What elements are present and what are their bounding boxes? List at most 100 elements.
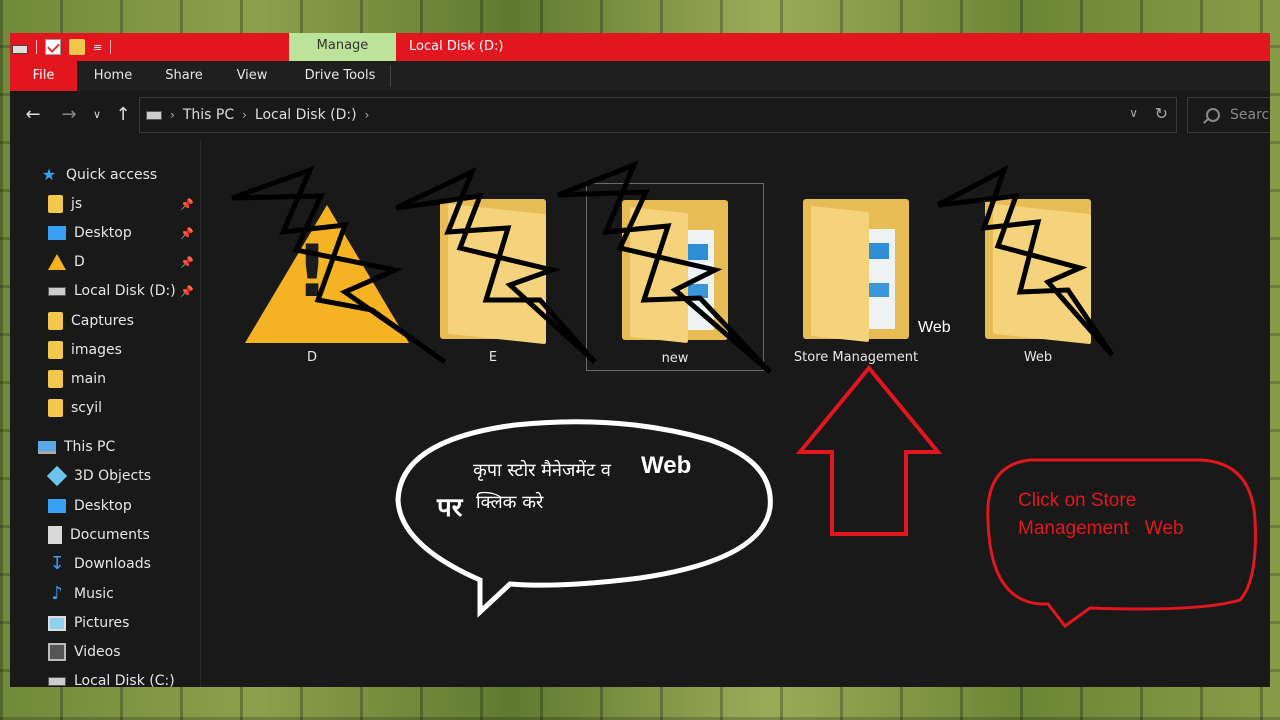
drive-icon xyxy=(48,286,66,296)
download-arrow-icon: ↧ xyxy=(49,553,65,574)
music-note-icon: ♪ xyxy=(51,583,63,604)
file-name: Store Management xyxy=(793,350,919,365)
speech-bubble-par-text: पर xyxy=(437,493,463,523)
toolbar-divider xyxy=(110,40,112,54)
breadcrumb-local-disk-d[interactable]: Local Disk (D:) xyxy=(255,107,357,123)
sidebar-item-label: Music xyxy=(74,586,114,602)
properties-icon[interactable] xyxy=(45,39,61,55)
tab-view[interactable]: View xyxy=(224,61,280,91)
file-list-pane: ! D E new Store Management Web xyxy=(200,141,1270,687)
picture-icon xyxy=(48,615,66,631)
quick-access-toolbar: ≡ xyxy=(10,33,112,61)
sidebar-item-label: Videos xyxy=(74,644,121,660)
file-explorer-window: ≡ Manage Local Disk (D:) File Home Share… xyxy=(10,33,1270,687)
file-item-e[interactable]: E xyxy=(404,183,582,371)
star-icon: ★ xyxy=(41,165,57,184)
search-placeholder: Search xyxy=(1230,107,1270,123)
file-item-d[interactable]: ! D xyxy=(223,183,409,371)
sidebar-item-label: D xyxy=(74,254,85,270)
sidebar-item-label: Pictures xyxy=(74,615,130,631)
cube-icon xyxy=(46,465,68,487)
red-callout-line1: Click on Store xyxy=(1018,490,1137,511)
folder-icon xyxy=(985,199,1091,345)
chevron-right-icon[interactable]: › xyxy=(365,108,370,122)
file-item-new[interactable]: new xyxy=(586,183,764,371)
tab-share[interactable]: Share xyxy=(156,61,212,91)
folder-icon xyxy=(48,195,63,213)
new-folder-icon[interactable] xyxy=(69,39,85,55)
folder-with-documents-icon xyxy=(803,199,909,343)
warning-icon xyxy=(48,254,66,270)
file-name: new xyxy=(661,351,689,366)
pin-icon[interactable]: 📌 xyxy=(180,198,194,211)
file-item-web[interactable]: Web xyxy=(949,183,1127,371)
chevron-down-icon[interactable]: ∨ xyxy=(1129,106,1138,120)
back-arrow-icon[interactable]: ← xyxy=(22,103,44,127)
desktop-icon xyxy=(48,226,66,240)
title-bar: ≡ Manage Local Disk (D:) xyxy=(10,33,1270,61)
ribbon-divider xyxy=(390,65,391,87)
sidebar-item-label: Desktop xyxy=(74,498,132,514)
video-icon xyxy=(48,643,66,661)
drive-icon xyxy=(146,110,162,120)
sidebar-item-label: Downloads xyxy=(74,556,151,572)
exclamation-glyph: ! xyxy=(295,229,329,313)
search-icon xyxy=(1206,108,1220,122)
sidebar-item-label: scyil xyxy=(71,400,103,416)
navigation-pane: ★ Quick access js 📌 Desktop 📌 D 📌 Local … xyxy=(10,141,200,687)
document-icon xyxy=(48,526,62,544)
file-name: Web xyxy=(1023,350,1053,365)
red-callout-line2: Management Web xyxy=(1018,518,1184,539)
file-item-store-management[interactable]: Store Management xyxy=(767,183,945,371)
pin-icon[interactable]: 📌 xyxy=(180,227,194,240)
sidebar-item-label: js xyxy=(71,196,83,212)
refresh-icon[interactable]: ↻ xyxy=(1155,104,1168,123)
web-annotation-label: Web xyxy=(918,319,951,336)
folder-icon xyxy=(440,199,546,345)
red-callout-text: Click on Store Management Web xyxy=(1018,487,1248,543)
pin-icon[interactable]: 📌 xyxy=(180,256,194,269)
chevron-right-icon[interactable]: › xyxy=(170,108,175,122)
address-bar[interactable]: › This PC › Local Disk (D:) › ∨ ↻ xyxy=(139,97,1177,133)
speech-bubble-web-text: Web xyxy=(641,452,692,479)
tab-drive-tools[interactable]: Drive Tools xyxy=(298,61,382,91)
tab-file[interactable]: File xyxy=(10,61,77,91)
tab-manage[interactable]: Manage xyxy=(289,33,396,61)
folder-icon xyxy=(48,370,63,388)
recent-locations-chevron-icon[interactable]: ∨ xyxy=(90,103,104,127)
up-arrow-icon[interactable]: ↑ xyxy=(112,103,134,127)
sidebar-item-label: main xyxy=(71,371,106,387)
chevron-right-icon[interactable]: › xyxy=(242,108,247,122)
speech-bubble-text-line1: कृपा स्टोर मैनेजमेंट व xyxy=(473,460,611,481)
sidebar-item-label: Documents xyxy=(70,527,150,543)
drive-icon xyxy=(48,676,66,686)
navigation-bar: ← → ∨ ↑ › This PC › Local Disk (D:) › ∨ … xyxy=(10,91,1270,141)
breadcrumb-this-pc[interactable]: This PC xyxy=(183,107,234,123)
speech-bubble-text-line2: क्लिक करे xyxy=(476,492,544,513)
customize-toolbar-icon[interactable]: ≡ xyxy=(93,41,102,54)
toolbar-divider xyxy=(36,40,37,54)
computer-icon xyxy=(38,440,56,454)
sidebar-item-label: Captures xyxy=(71,313,134,329)
folder-icon xyxy=(48,399,63,417)
folder-icon xyxy=(48,341,63,359)
folder-with-documents-icon xyxy=(622,200,728,344)
tab-home[interactable]: Home xyxy=(82,61,144,91)
sidebar-item-label: This PC xyxy=(64,439,116,455)
file-name: E xyxy=(488,350,498,365)
desktop-icon xyxy=(48,499,66,513)
search-input[interactable]: Search xyxy=(1187,97,1270,133)
folder-icon xyxy=(48,312,63,330)
sidebar-item-label: Desktop xyxy=(74,225,132,241)
sidebar-item-label: images xyxy=(71,342,122,358)
sidebar-item-label: Quick access xyxy=(66,167,158,183)
forward-arrow-icon[interactable]: → xyxy=(58,103,80,127)
drive-icon[interactable] xyxy=(12,44,28,54)
pin-icon[interactable]: 📌 xyxy=(180,285,194,298)
file-name: D xyxy=(306,350,317,365)
window-title: Local Disk (D:) xyxy=(409,39,504,54)
ribbon-tabs: File Home Share View Drive Tools xyxy=(10,61,1270,91)
sidebar-item-label: Local Disk (C:) xyxy=(74,673,175,687)
sidebar-item-label: 3D Objects xyxy=(74,468,152,484)
sidebar-item-label: Local Disk (D:) xyxy=(74,283,176,299)
